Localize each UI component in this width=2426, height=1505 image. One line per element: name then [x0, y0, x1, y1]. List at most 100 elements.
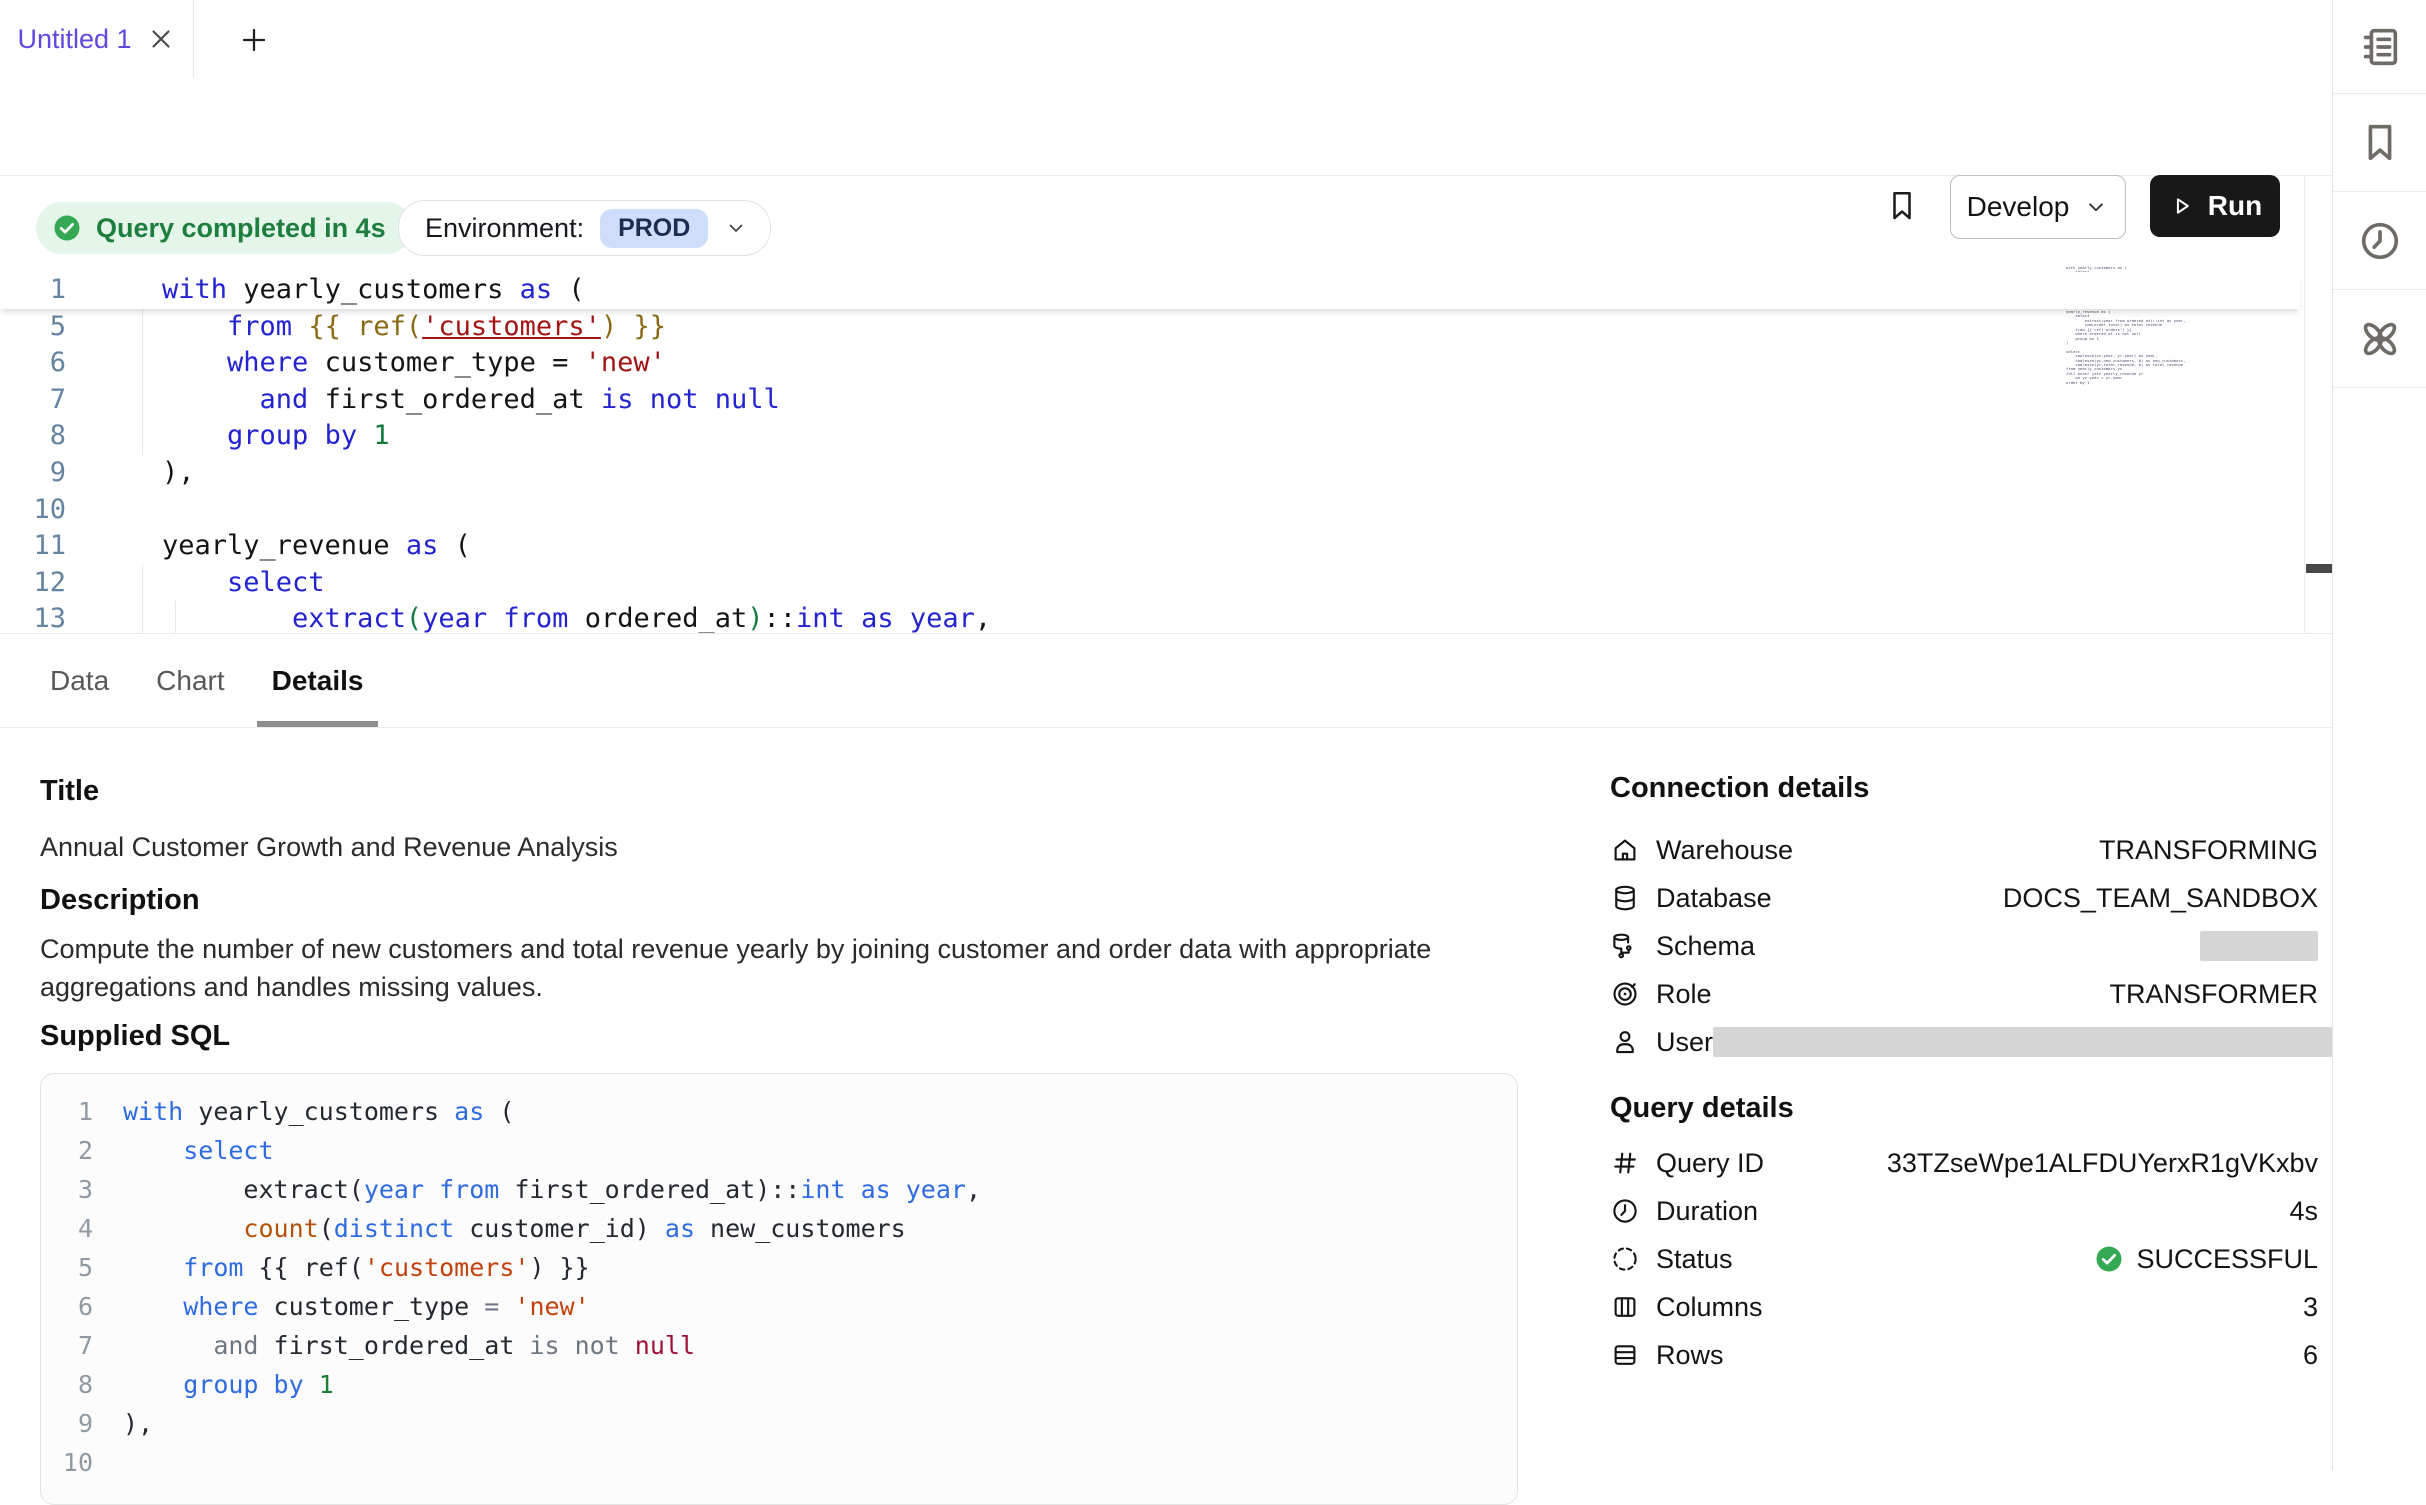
line-number: 1	[41, 1092, 93, 1131]
value-text: 33TZseWpe1ALFDUYerxR1gVKxbv	[1887, 1148, 2318, 1179]
description-value: Compute the number of new customers and …	[40, 930, 1440, 1006]
run-button[interactable]: Run	[2150, 175, 2280, 237]
row-label: Database	[1656, 883, 1772, 914]
chevron-down-icon	[2083, 194, 2109, 220]
editor-line-sticky: 1with yearly_customers as (	[0, 272, 2300, 309]
code-token: not	[575, 1331, 620, 1360]
toolbar: Develop Run	[0, 78, 2332, 176]
editor-line: 6 where customer_type = 'new'	[0, 345, 2300, 382]
close-tab-icon[interactable]	[146, 24, 176, 54]
sidebar-button-bookmark[interactable]	[2333, 94, 2426, 192]
code-token	[123, 1253, 183, 1282]
code-token: year	[910, 603, 975, 634]
new-tab-button[interactable]	[238, 24, 270, 56]
row-value: TRANSFORMING	[2099, 835, 2318, 866]
row-value: 6	[2303, 1340, 2318, 1371]
code-token: extract	[292, 603, 406, 634]
connection-details-heading: Connection details	[1610, 772, 1869, 805]
editor-line: 11yearly_revenue as (	[0, 528, 2300, 565]
code-token: ,	[966, 1175, 981, 1204]
environment-label: Environment:	[425, 213, 584, 244]
code-token: year	[422, 603, 487, 634]
title-value: Annual Customer Growth and Revenue Analy…	[40, 828, 618, 866]
code-token: first_ordered_at	[308, 384, 601, 415]
clock-icon	[1610, 1196, 1640, 1226]
row-label: Query ID	[1656, 1148, 1764, 1179]
code-token: (	[484, 1097, 514, 1126]
code-token: 'new'	[514, 1292, 589, 1321]
row-label: User	[1656, 1027, 1713, 1058]
indent-guide	[142, 345, 143, 382]
code-line: count(distinct customer_id) as new_custo…	[123, 1214, 906, 1243]
connection-details-list: WarehouseTRANSFORMINGDatabaseDOCS_TEAM_S…	[1610, 826, 2318, 1066]
query-row-columns: Columns3	[1610, 1283, 2318, 1331]
code-token: is	[601, 384, 634, 415]
value-text: TRANSFORMING	[2099, 835, 2318, 866]
row-value: 3	[2303, 1292, 2318, 1323]
tab-data[interactable]: Data	[35, 634, 124, 727]
bookmark-button[interactable]	[1884, 188, 1920, 224]
editor-line: 7 and first_ordered_at is not null	[0, 382, 2300, 419]
sql-line: 6 where customer_type = 'new'	[41, 1287, 1517, 1326]
code-line: with yearly_customers as (	[162, 274, 585, 305]
code-token: as	[861, 603, 894, 634]
code-token: (	[319, 1214, 334, 1243]
code-token	[560, 1331, 575, 1360]
code-line: group by 1	[162, 420, 390, 451]
code-line: select	[162, 567, 325, 598]
develop-dropdown[interactable]: Develop	[1950, 175, 2126, 239]
code-token: customer_type	[258, 1292, 484, 1321]
value-text: DOCS_TEAM_SANDBOX	[2003, 883, 2318, 914]
editor-line: 5 from {{ ref('customers') }}	[0, 309, 2300, 346]
line-number: 12	[0, 565, 66, 602]
row-label: Status	[1656, 1244, 1733, 1275]
connection-row-user: User	[1610, 1018, 2318, 1066]
code-line: extract(year from first_ordered_at)::int…	[123, 1175, 981, 1204]
query-row-duration: Duration4s	[1610, 1187, 2318, 1235]
query-details-list: Query ID 33TZseWpe1ALFDUYerxR1gVKxbv Durat…	[1610, 1139, 2318, 1379]
query-details-heading: Query details	[1610, 1092, 1794, 1125]
code-token	[499, 1292, 514, 1321]
tab-chart[interactable]: Chart	[141, 634, 239, 727]
row-value: DOCS_TEAM_SANDBOX	[2003, 883, 2318, 914]
columns-icon	[1610, 1292, 1640, 1322]
row-value: TRANSFORMER	[2110, 979, 2319, 1010]
tab-details[interactable]: Details	[257, 634, 379, 727]
row-value: 33TZseWpe1ALFDUYerxR1gVKxbv	[1887, 1148, 2318, 1179]
code-token	[487, 603, 503, 634]
editor-tab-bar: Untitled 1	[0, 0, 2332, 79]
right-sidebar	[2332, 0, 2426, 1470]
editor-scrollbar[interactable]	[2304, 176, 2332, 633]
code-token	[162, 420, 227, 451]
sidebar-button-semantic-layer[interactable]	[2333, 290, 2426, 388]
bookmark-icon	[2357, 120, 2403, 166]
connection-row-role: RoleTRANSFORMER	[1610, 970, 2318, 1018]
row-value	[1713, 1027, 2338, 1057]
query-row-query-id: Query ID 33TZseWpe1ALFDUYerxR1gVKxbv	[1610, 1139, 2318, 1187]
schema-icon	[1610, 931, 1640, 961]
code-line: and first_ordered_at is not null	[162, 384, 780, 415]
editor-line: 9),	[0, 455, 2300, 492]
warehouse-icon	[1610, 835, 1640, 865]
tab-untitled-1[interactable]: Untitled 1	[0, 0, 194, 78]
user-icon	[1610, 1027, 1640, 1057]
chevron-down-icon	[724, 216, 748, 240]
environment-badge: PROD	[600, 209, 708, 248]
code-token: as	[454, 1097, 484, 1126]
code-token	[162, 311, 227, 342]
sidebar-button-history[interactable]	[2333, 192, 2426, 290]
check-circle-icon	[2094, 1243, 2124, 1275]
editor-scrollbar-thumb[interactable]	[2306, 564, 2332, 573]
code-token: {{ ref(	[243, 1253, 363, 1282]
value-text: 4s	[2289, 1196, 2318, 1227]
sql-line: 5 from {{ ref('customers') }}	[41, 1248, 1517, 1287]
code-token: (	[552, 274, 585, 305]
code-token	[123, 1214, 243, 1243]
environment-selector[interactable]: Environment: PROD	[398, 200, 771, 256]
sql-editor[interactable]: 1with yearly_customers as (5 from {{ ref…	[0, 272, 2300, 638]
code-token: ordered_at	[568, 603, 747, 634]
code-token: where	[227, 347, 308, 378]
code-token: and	[260, 384, 309, 415]
sidebar-button-notebook[interactable]	[2333, 0, 2426, 94]
line-number: 10	[41, 1443, 93, 1482]
